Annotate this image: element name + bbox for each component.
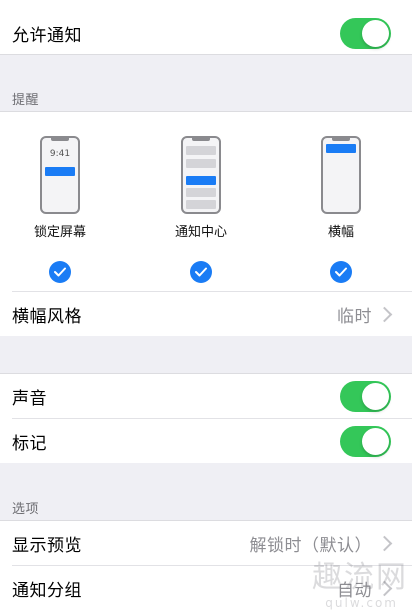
chevron-right-icon	[376, 535, 393, 551]
badges-label: 标记	[12, 433, 47, 454]
badges-row[interactable]: 标记	[0, 419, 412, 463]
banner-style-value: 临时	[337, 306, 372, 327]
phone-notch	[192, 138, 210, 141]
allow-notifications-label: 允许通知	[12, 25, 82, 46]
notification-center-checkmark-icon[interactable]	[190, 261, 212, 283]
banner-style-row[interactable]: 横幅风格 临时	[0, 292, 412, 336]
phone-lock-screen-icon: 9:41	[40, 136, 80, 214]
divider	[0, 54, 412, 55]
alerts-group: 9:41 锁定屏幕 通知中心 横幅 横幅风格 临时	[0, 111, 412, 336]
notification-grouping-label: 通知分组	[12, 580, 82, 601]
phone-notification-center-icon	[181, 136, 221, 214]
banners-checkmark-icon[interactable]	[330, 261, 352, 283]
toggle-knob	[362, 382, 389, 410]
sounds-label: 声音	[12, 388, 47, 409]
lock-screen-time: 9:41	[49, 149, 71, 159]
sounds-toggle[interactable]	[340, 380, 391, 412]
notification-bar	[326, 144, 356, 153]
options-section-header: 选项	[12, 502, 40, 517]
watermark-text: 趣流网	[312, 560, 408, 595]
notification-bar	[45, 167, 75, 176]
lock-screen-checkmark-icon[interactable]	[49, 261, 71, 283]
phone-notch	[332, 138, 350, 141]
gray-bar	[186, 188, 216, 197]
sounds-badges-group: 声音 标记	[0, 373, 412, 463]
preview-label: 通知中心	[174, 225, 227, 240]
preview-label: 横幅	[327, 225, 354, 240]
allow-notifications-group: 允许通知	[0, 0, 412, 55]
phone-banners-icon	[321, 136, 361, 214]
sounds-row[interactable]: 声音	[0, 374, 412, 418]
toggle-knob	[362, 427, 389, 455]
preview-label: 锁定屏幕	[33, 225, 86, 240]
gray-bar	[186, 200, 216, 209]
badges-toggle[interactable]	[340, 425, 391, 457]
show-previews-label: 显示预览	[12, 535, 82, 556]
gray-bar	[186, 159, 216, 168]
watermark-subtext: qulw.com	[325, 596, 398, 610]
allow-notifications-row[interactable]: 允许通知	[0, 11, 412, 55]
banner-style-label: 横幅风格	[12, 306, 82, 327]
toggle-knob	[362, 19, 389, 47]
notification-bar	[186, 176, 216, 185]
allow-notifications-toggle[interactable]	[340, 17, 391, 49]
gray-bar	[186, 146, 216, 155]
phone-notch	[51, 138, 69, 141]
chevron-right-icon	[376, 306, 393, 322]
divider	[0, 111, 412, 112]
alerts-section-header: 提醒	[12, 93, 40, 108]
